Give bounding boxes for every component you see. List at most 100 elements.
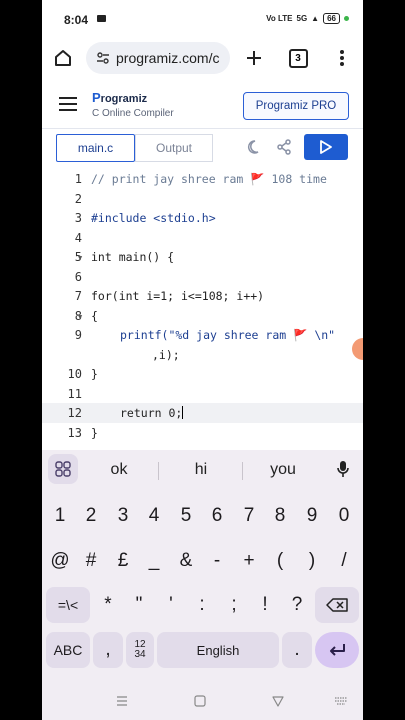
charging-dot-icon <box>344 16 349 21</box>
tab-output[interactable]: Output <box>135 134 213 162</box>
key-7[interactable]: 7 <box>234 498 264 534</box>
key-period[interactable]: . <box>282 632 312 668</box>
key-question[interactable]: ? <box>282 587 312 623</box>
enter-icon <box>330 644 345 656</box>
logo-letter: P <box>92 90 101 105</box>
key-4[interactable]: 4 <box>139 498 169 534</box>
system-nav-bar <box>42 685 363 720</box>
code-line[interactable]: return 0; <box>120 406 184 420</box>
line-number: 10 <box>67 367 82 381</box>
phone-screen: 8:04 Vo LTE 5G ▲ 66 programiz.com/c 3 Pr… <box>42 0 363 720</box>
browser-toolbar: programiz.com/c 3 <box>42 38 363 78</box>
line-number: 2 <box>74 192 82 206</box>
floating-bubble[interactable] <box>352 338 363 360</box>
key-at[interactable]: @ <box>45 543 75 579</box>
grid-icon <box>55 461 71 477</box>
key-1[interactable]: 1 <box>45 498 75 534</box>
key-semicolon[interactable]: ; <box>219 587 249 623</box>
keyboard-menu-button[interactable] <box>48 454 78 484</box>
spacebar[interactable]: English <box>157 632 279 668</box>
code-line[interactable]: } <box>91 426 98 440</box>
key-colon[interactable]: : <box>187 587 217 623</box>
key-single-quote[interactable]: ' <box>156 587 186 623</box>
code-line[interactable]: } <box>91 367 98 381</box>
line-number: 8 <box>74 309 82 323</box>
programiz-pro-button[interactable]: Programiz PRO <box>243 92 349 120</box>
site-settings-icon <box>97 52 109 64</box>
line-number: 7 <box>74 289 82 303</box>
code-text: return 0; <box>120 406 183 420</box>
enter-key[interactable] <box>315 632 359 668</box>
fold-arrow-icon[interactable]: ▼ <box>78 313 82 321</box>
key-underscore[interactable]: _ <box>139 543 169 579</box>
hamburger-menu-button[interactable] <box>56 92 80 116</box>
key-hash[interactable]: # <box>76 543 106 579</box>
key-ampersand[interactable]: & <box>171 543 201 579</box>
backspace-icon <box>326 598 348 612</box>
more-symbols-key[interactable]: =\< <box>46 587 90 623</box>
line-number: 4 <box>74 231 82 245</box>
more-vert-icon <box>340 50 344 66</box>
abc-switch-key[interactable]: ABC <box>46 632 90 668</box>
key-plus[interactable]: + <box>234 543 264 579</box>
code-line[interactable]: #include <stdio.h> <box>91 211 216 225</box>
url-bar[interactable]: programiz.com/c <box>86 42 230 74</box>
code-line[interactable]: // print jay shree ram 🚩 108 time <box>91 172 327 186</box>
key-2[interactable]: 2 <box>76 498 106 534</box>
home-nav-button[interactable] <box>190 691 210 711</box>
key-5[interactable]: 5 <box>171 498 201 534</box>
keyboard-hide-button[interactable] <box>331 691 351 711</box>
run-button[interactable] <box>304 134 348 160</box>
editor-toolbar: main.c Output <box>42 128 363 169</box>
plus-icon <box>247 51 261 65</box>
key-open-paren[interactable]: ( <box>265 543 295 579</box>
suggestion-3[interactable]: you <box>248 450 318 490</box>
code-editor[interactable]: 1 // print jay shree ram 🚩 108 time 2 3 … <box>42 168 363 450</box>
key-slash[interactable]: / <box>329 543 359 579</box>
line-number: 5 <box>74 250 82 264</box>
line-number: 6 <box>74 270 82 284</box>
code-line-wrap[interactable]: ,i); <box>152 348 180 362</box>
recents-button[interactable] <box>112 691 132 711</box>
key-exclamation[interactable]: ! <box>250 587 280 623</box>
key-0[interactable]: 0 <box>329 498 359 534</box>
volte-icon: Vo LTE <box>266 14 293 23</box>
key-8[interactable]: 8 <box>265 498 295 534</box>
key-close-paren[interactable]: ) <box>297 543 327 579</box>
browser-menu-button[interactable] <box>330 46 354 70</box>
voice-input-button[interactable] <box>328 454 358 484</box>
triangle-back-icon <box>272 695 284 707</box>
fold-arrow-icon[interactable]: ▼ <box>78 254 82 262</box>
suggestion-divider <box>158 462 159 480</box>
new-tab-button[interactable] <box>242 46 266 70</box>
dark-mode-button[interactable] <box>245 137 265 157</box>
back-button[interactable] <box>268 691 288 711</box>
play-icon <box>320 140 332 154</box>
tab-main-c[interactable]: main.c <box>56 134 135 162</box>
code-line[interactable]: printf("%d jay shree ram 🚩 \n" <box>120 328 335 342</box>
programiz-logo[interactable]: Programiz <box>92 90 147 105</box>
key-9[interactable]: 9 <box>297 498 327 534</box>
suggestion-1[interactable]: ok <box>84 450 154 490</box>
key-6[interactable]: 6 <box>202 498 232 534</box>
home-icon <box>55 50 71 66</box>
key-3[interactable]: 3 <box>108 498 138 534</box>
key-asterisk[interactable]: * <box>93 587 123 623</box>
numpad-key[interactable]: 12 34 <box>126 632 154 668</box>
tab-switcher-button[interactable]: 3 <box>286 46 310 70</box>
code-line[interactable]: int main() { <box>91 250 174 264</box>
tab-count: 3 <box>288 48 308 68</box>
key-pound[interactable]: £ <box>108 543 138 579</box>
screen-record-icon <box>97 15 106 22</box>
suggestion-2[interactable]: hi <box>166 450 236 490</box>
home-button[interactable] <box>50 46 76 70</box>
key-minus[interactable]: - <box>202 543 232 579</box>
backspace-key[interactable] <box>315 587 359 623</box>
key-comma[interactable]: , <box>93 632 123 668</box>
soft-keyboard: ok hi you 1 2 3 4 5 6 7 8 9 0 @ # £ _ & … <box>42 450 363 685</box>
share-button[interactable] <box>274 137 294 157</box>
key-double-quote[interactable]: " <box>124 587 154 623</box>
code-line[interactable]: for(int i=1; i<=108; i++) <box>91 289 264 303</box>
code-line[interactable]: { <box>91 309 98 323</box>
compiler-subtitle: C Online Compiler <box>92 108 174 119</box>
